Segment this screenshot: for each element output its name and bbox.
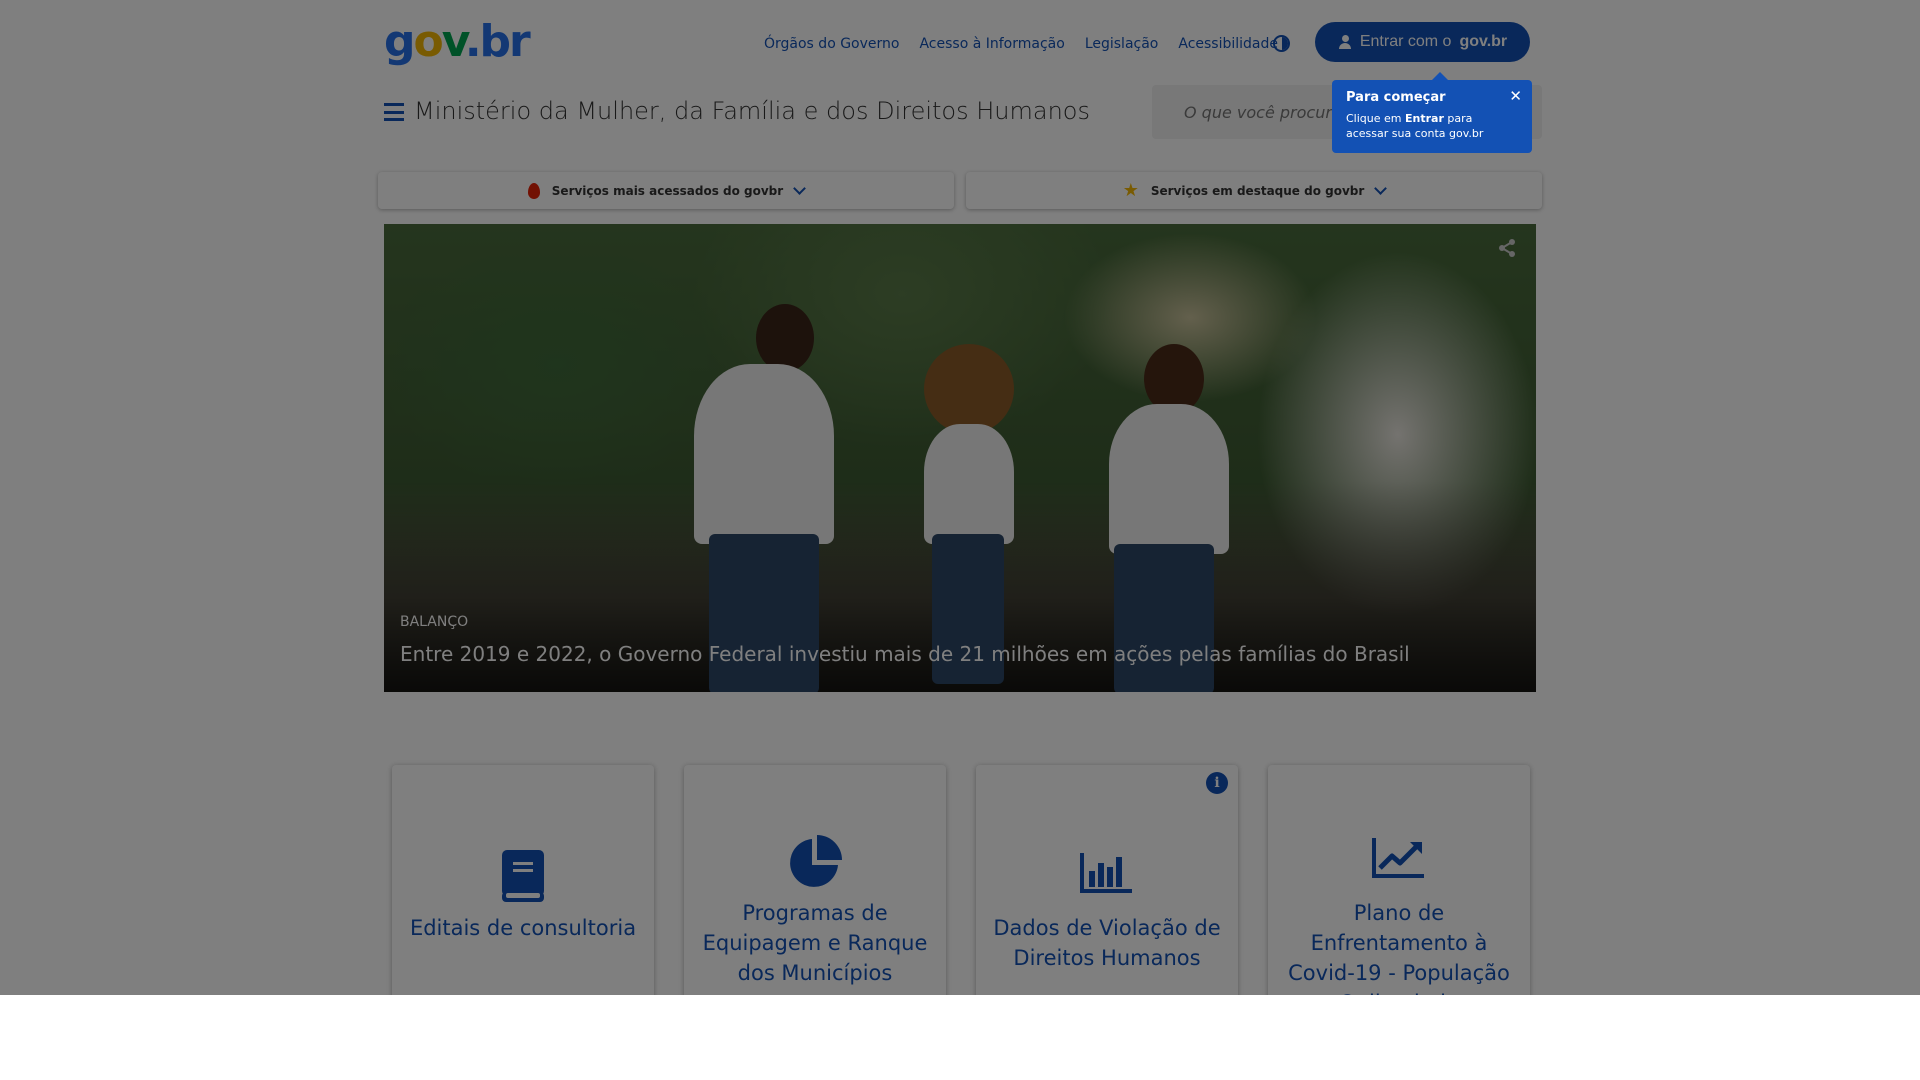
hero-figure (709, 534, 819, 692)
hero-figure (694, 364, 834, 544)
card-editais-consultoria[interactable]: Editais de consultoria (392, 765, 654, 995)
star-icon: ★ (1122, 180, 1139, 201)
contrast-icon[interactable] (1273, 35, 1290, 52)
card-programas-equipagem[interactable]: Programas de Equipagem e Ranque dos Muni… (684, 765, 946, 995)
site-title: Ministério da Mulher, da Família e dos D… (414, 97, 1090, 125)
tooltip-title: Para começar (1346, 90, 1446, 105)
close-icon[interactable]: ✕ (1509, 87, 1522, 105)
chevron-down-icon (793, 181, 807, 195)
hero-title[interactable]: Entre 2019 e 2022, o Governo Federal inv… (400, 642, 1410, 666)
link-acessibilidade[interactable]: Acessibilidade (1178, 36, 1278, 52)
logo-letter: g (384, 16, 415, 67)
hero-figure (756, 304, 814, 372)
link-acesso-informacao[interactable]: Acesso à Informação (919, 36, 1064, 52)
share-icon[interactable] (1498, 239, 1516, 257)
login-tooltip: Para começar Clique em Entrar para acess… (1332, 72, 1532, 153)
hamburger-menu-icon[interactable] (384, 103, 404, 121)
card-label: Plano de Enfrentamento à Covid-19 - Popu… (1288, 901, 1510, 995)
tooltip-text-part: Clique em (1346, 112, 1405, 125)
browser-viewport: gov.br Órgãos do Governo Acesso à Inform… (0, 0, 1920, 995)
hero-banner[interactable]: BALANÇO Entre 2019 e 2022, o Governo Fed… (384, 224, 1536, 692)
most-accessed-services-dropdown[interactable]: Serviços mais acessados do govbr (378, 172, 954, 209)
card-label: Dados de Violação de Direitos Humanos (993, 916, 1221, 970)
card-plano-covid-quilombola[interactable]: Plano de Enfrentamento à Covid-19 - Popu… (1268, 765, 1530, 995)
login-brand: gov.br (1459, 33, 1508, 50)
hero-figure (1109, 404, 1229, 554)
book-icon (502, 850, 544, 902)
chevron-down-icon (1374, 181, 1388, 195)
logo-letter: o (413, 16, 444, 67)
hero-tag: BALANÇO (400, 614, 469, 630)
blank-area (0, 995, 1920, 1080)
link-legislacao[interactable]: Legislação (1085, 36, 1159, 52)
hero-figure (924, 344, 1014, 434)
most-accessed-label: Serviços mais acessados do govbr (551, 183, 784, 198)
info-icon[interactable]: i (1206, 772, 1228, 794)
login-button[interactable]: Entrar com o gov.br (1315, 22, 1530, 62)
hero-figure (924, 424, 1014, 544)
login-label: Entrar com o (1359, 33, 1452, 50)
line-chart-icon (1372, 838, 1424, 878)
top-nav: Órgãos do Governo Acesso à Informação Le… (764, 36, 1278, 52)
card-label: Editais de consultoria (409, 916, 637, 940)
featured-services-dropdown[interactable]: ★ Serviços em destaque do govbr (966, 172, 1542, 209)
tooltip-text: Clique em Entrar para acessar sua conta … (1346, 111, 1518, 141)
bar-chart-icon (1080, 853, 1132, 893)
hero-figure (1114, 544, 1214, 692)
govbr-logo[interactable]: gov.br (384, 16, 531, 67)
featured-label: Serviços em destaque do govbr (1150, 183, 1365, 198)
logo-letter: br (479, 16, 531, 67)
logo-letter: . (464, 16, 482, 67)
logo-letter: v (441, 16, 467, 67)
fire-icon (527, 182, 540, 199)
user-icon (1338, 35, 1352, 49)
card-label: Programas de Equipagem e Ranque dos Muni… (702, 901, 928, 985)
card-dados-violacao[interactable]: Dados de Violação de Direitos Humanos (976, 765, 1238, 995)
pie-chart-icon (790, 835, 842, 887)
tooltip-text-bold: Entrar (1405, 112, 1444, 125)
link-orgaos-governo[interactable]: Órgãos do Governo (764, 36, 899, 52)
